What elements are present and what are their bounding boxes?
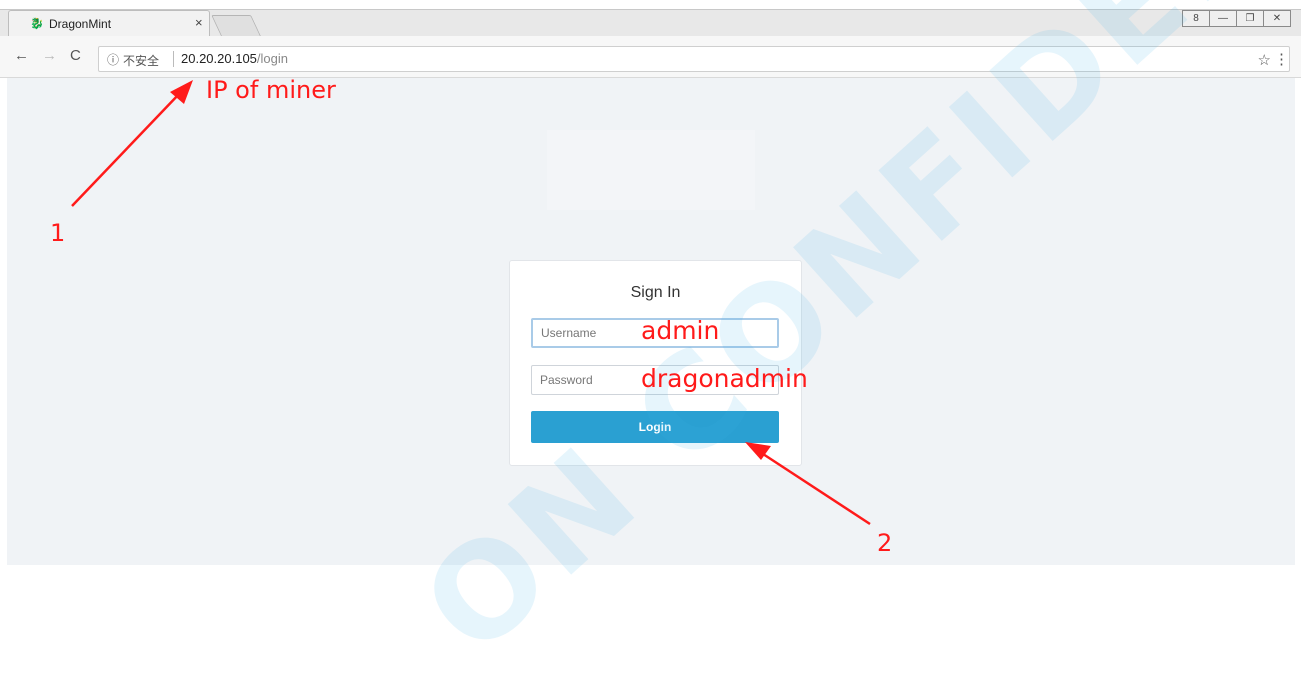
- url-host: 20.20.20.105: [181, 51, 257, 66]
- close-window-button[interactable]: ✕: [1263, 10, 1291, 27]
- window-controls: 8 — ❐ ✕: [1182, 10, 1291, 27]
- back-arrow-icon[interactable]: ←: [14, 48, 29, 64]
- logo-area: [547, 130, 755, 210]
- reload-icon[interactable]: C: [70, 48, 81, 64]
- url-path: /login: [256, 51, 288, 66]
- login-button[interactable]: Login: [531, 411, 779, 443]
- security-indicator: 不安全: [123, 54, 160, 68]
- tab-bar: 🐉 DragonMint × 8 — ❐ ✕: [0, 0, 1301, 37]
- menu-dots-icon[interactable]: ⋮: [1274, 50, 1289, 68]
- profile-button[interactable]: 8: [1182, 10, 1210, 27]
- ip-annotation: IP of miner: [206, 76, 336, 104]
- url-text: 20.20.20.105/login: [181, 51, 288, 66]
- bookmark-star-icon[interactable]: ☆: [1258, 51, 1271, 69]
- address-bar[interactable]: ⓘ 不安全 20.20.20.105/login: [98, 46, 1290, 72]
- info-icon[interactable]: ⓘ: [107, 51, 119, 68]
- minimize-button[interactable]: —: [1209, 10, 1237, 27]
- password-hint: dragonadmin: [641, 364, 808, 393]
- tab-title: DragonMint: [49, 17, 112, 31]
- browser-tab[interactable]: 🐉 DragonMint ×: [8, 10, 210, 37]
- dragon-favicon-icon: 🐉: [30, 18, 44, 30]
- username-hint: admin: [641, 316, 720, 345]
- login-card: Sign In Login: [509, 260, 802, 466]
- tab-close-icon[interactable]: ×: [195, 16, 203, 30]
- forward-arrow-icon[interactable]: →: [42, 48, 57, 64]
- sign-in-title: Sign In: [630, 284, 681, 301]
- step-1-label: 1: [50, 219, 66, 247]
- address-separator: [173, 51, 174, 67]
- restore-button[interactable]: ❐: [1236, 10, 1264, 27]
- step-2-label: 2: [877, 529, 893, 557]
